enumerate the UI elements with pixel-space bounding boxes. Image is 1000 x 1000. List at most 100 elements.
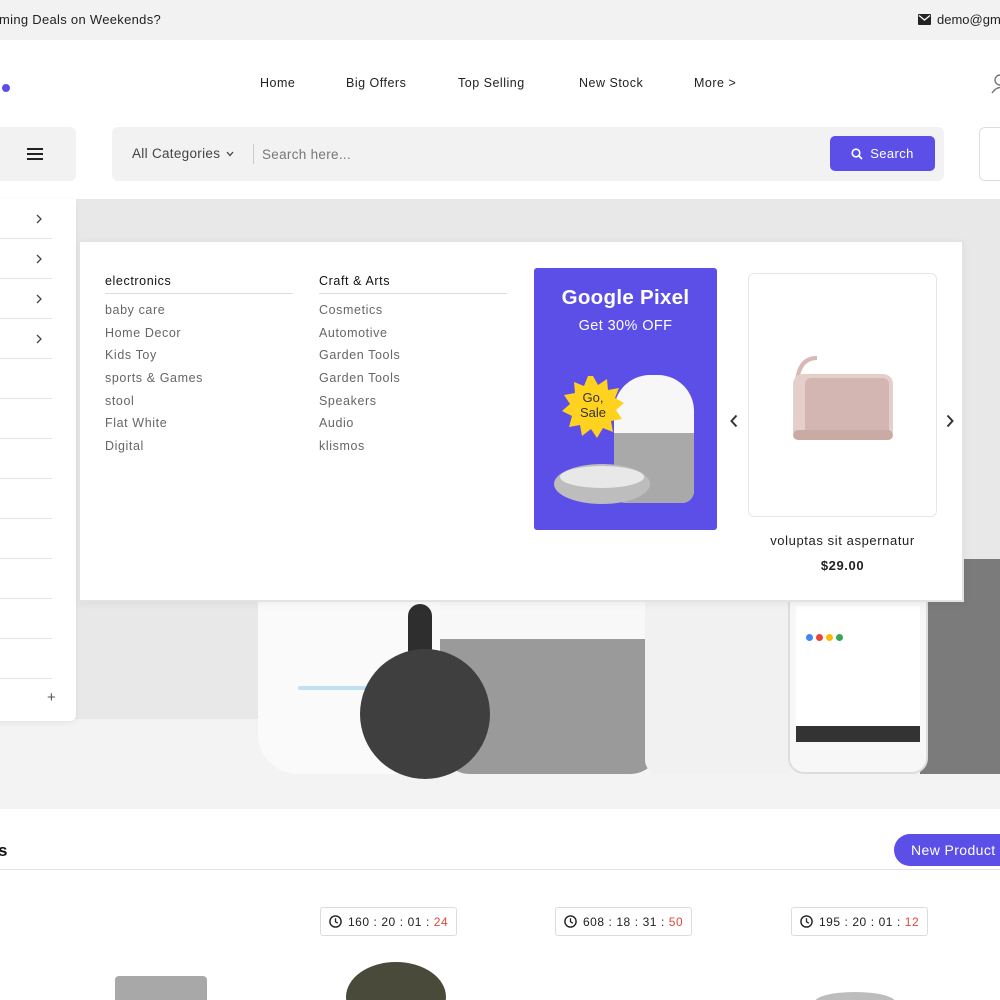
- assistant-dots: [806, 634, 843, 641]
- sidebar-item[interactable]: [0, 279, 52, 319]
- sidebar-item[interactable]: [0, 559, 52, 599]
- search-button[interactable]: Search: [830, 136, 935, 171]
- search-button-label: Search: [870, 146, 914, 161]
- countdown-hours: 18: [616, 914, 631, 929]
- sidebar-item[interactable]: [0, 199, 52, 239]
- sidebar-item[interactable]: [0, 479, 52, 519]
- product-thumbnail[interactable]: [115, 976, 207, 1000]
- sidebar-item[interactable]: [0, 639, 52, 679]
- menu-link[interactable]: sports & Games: [105, 371, 293, 394]
- menu-link[interactable]: Cosmetics: [319, 303, 507, 326]
- category-select-label: All Categories: [132, 146, 221, 161]
- carousel-next-button[interactable]: [945, 414, 955, 428]
- product-name[interactable]: voluptas sit aspernatur: [748, 533, 937, 548]
- sale-badge-line2: Sale: [579, 405, 607, 420]
- email-text: demo@gm: [937, 12, 1000, 27]
- menu-column-heading[interactable]: Craft & Arts: [319, 274, 507, 294]
- chevron-right-icon: [36, 254, 42, 264]
- search-icon: [851, 147, 863, 160]
- menu-link[interactable]: Speakers: [319, 394, 507, 417]
- plus-icon[interactable]: +: [47, 689, 56, 706]
- menu-column-electronics: electronics baby care Home Decor Kids To…: [105, 274, 293, 462]
- countdown-seconds: 50: [668, 914, 684, 929]
- nav-new-stock[interactable]: New Stock: [579, 76, 643, 90]
- countdown-days: 608: [583, 914, 605, 929]
- section-divider: [0, 869, 1000, 870]
- nav-top-selling[interactable]: Top Selling: [458, 76, 525, 90]
- chevron-right-icon: [36, 334, 42, 344]
- menu-link[interactable]: Digital: [105, 439, 293, 462]
- countdown-seconds: 12: [904, 914, 920, 929]
- countdown-minutes: 01: [407, 914, 422, 929]
- search-divider: [253, 144, 254, 164]
- user-icon[interactable]: [990, 74, 1000, 94]
- menu-link[interactable]: Audio: [319, 416, 507, 439]
- sale-badge-line1: Go,: [582, 390, 604, 405]
- category-sidebar: +: [0, 199, 76, 721]
- menu-link[interactable]: Home Decor: [105, 326, 293, 349]
- clock-icon: [564, 915, 577, 928]
- menu-column-craft-arts: Craft & Arts Cosmetics Automotive Garden…: [319, 274, 507, 462]
- countdown-timer: 608: 18: 31: 50: [555, 907, 693, 936]
- clock-icon: [800, 915, 813, 928]
- countdown-timer: 160: 20: 01: 24: [320, 907, 458, 936]
- search-bar: All Categories Search: [112, 127, 944, 181]
- menu-link[interactable]: klismos: [319, 439, 507, 462]
- cart-button[interactable]: [979, 127, 1000, 181]
- product-image-card[interactable]: [748, 273, 937, 517]
- countdown-hours: 20: [852, 914, 867, 929]
- chevron-right-icon: [36, 214, 42, 224]
- speaker-product-image: [793, 356, 893, 440]
- sale-badge: Go, Sale: [562, 376, 624, 438]
- clock-icon: [329, 915, 342, 928]
- search-input[interactable]: [262, 141, 822, 167]
- hamburger-icon: [27, 148, 43, 160]
- hero-chromecast: [360, 649, 490, 779]
- menu-link[interactable]: Garden Tools: [319, 348, 507, 371]
- nav-more[interactable]: More >: [694, 76, 736, 90]
- sidebar-item[interactable]: [0, 519, 52, 559]
- new-products-button[interactable]: New Product: [894, 834, 1000, 866]
- countdown-timer: 195: 20: 01: 12: [791, 907, 929, 936]
- sidebar-item[interactable]: [0, 439, 52, 479]
- promo-text: ming Deals on Weekends?: [0, 12, 162, 27]
- menu-link[interactable]: Kids Toy: [105, 348, 293, 371]
- mega-menu: electronics baby care Home Decor Kids To…: [78, 240, 964, 602]
- menu-link[interactable]: Automotive: [319, 326, 507, 349]
- promo-subtitle: Get 30% OFF: [578, 318, 673, 334]
- countdown-minutes: 31: [642, 914, 657, 929]
- top-bar: ming Deals on Weekends? demo@gm: [0, 0, 1000, 40]
- hero-phone: [788, 584, 928, 774]
- mail-icon: [918, 14, 931, 25]
- promo-mini-speaker-image: [554, 464, 650, 504]
- countdown-seconds: 24: [433, 914, 449, 929]
- promo-banner[interactable]: Google Pixel Get 30% OFF Go, Sale: [534, 268, 717, 530]
- chevron-right-icon: [36, 294, 42, 304]
- product-thumbnail[interactable]: [346, 962, 446, 1000]
- menu-link[interactable]: Garden Tools: [319, 371, 507, 394]
- product-price: $29.00: [820, 558, 865, 573]
- chevron-down-icon: [226, 151, 234, 156]
- sidebar-item[interactable]: [0, 599, 52, 639]
- sidebar-item[interactable]: [0, 319, 52, 359]
- sidebar-item[interactable]: [0, 239, 52, 279]
- sidebar-item[interactable]: [0, 359, 52, 399]
- countdown-days: 160: [348, 914, 370, 929]
- menu-column-heading[interactable]: electronics: [105, 274, 293, 294]
- countdown-hours: 20: [381, 914, 396, 929]
- promo-title: Google Pixel: [561, 286, 690, 309]
- countdown-minutes: 01: [878, 914, 893, 929]
- section-title: s: [0, 841, 8, 860]
- category-menu-toggle[interactable]: [0, 127, 76, 181]
- menu-link[interactable]: baby care: [105, 303, 293, 326]
- nav-home[interactable]: Home: [260, 76, 295, 90]
- carousel-prev-button[interactable]: [729, 414, 739, 428]
- nav-big-offers[interactable]: Big Offers: [346, 76, 406, 90]
- menu-link[interactable]: Flat White: [105, 416, 293, 439]
- email-contact[interactable]: demo@gm: [918, 12, 1000, 27]
- product-thumbnail[interactable]: [815, 992, 895, 1000]
- main-nav: Home Big Offers Top Selling New Stock Mo…: [0, 76, 1000, 94]
- sidebar-item[interactable]: [0, 399, 52, 439]
- category-select[interactable]: All Categories: [132, 146, 234, 161]
- menu-link[interactable]: stool: [105, 394, 293, 417]
